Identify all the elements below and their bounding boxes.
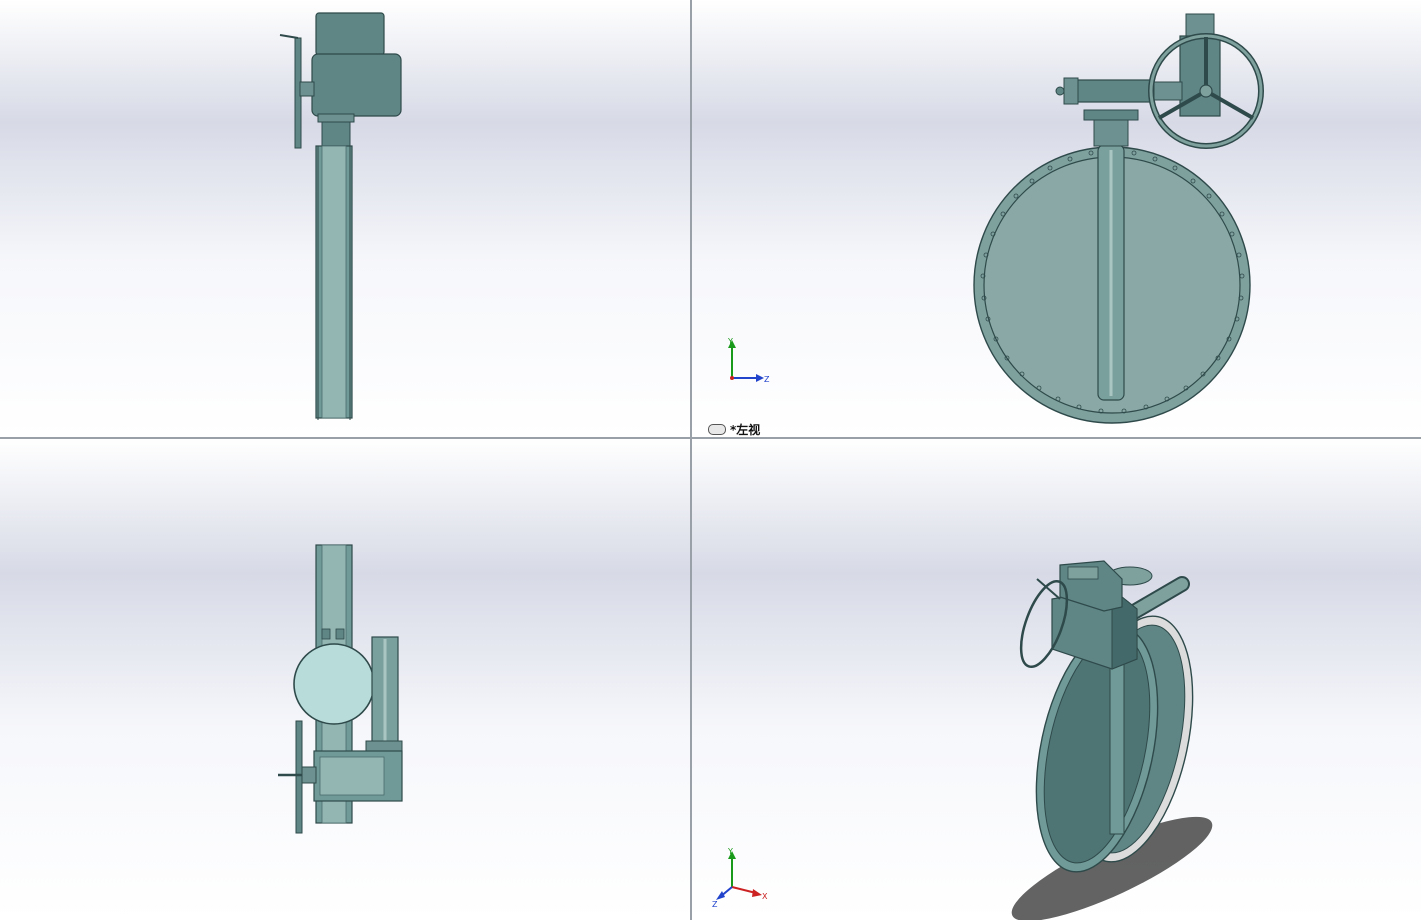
viewport-left-view[interactable]: Y Z *左视 — [692, 0, 1421, 437]
graphics-area[interactable]: Y Z *左视 Y X Z — [0, 0, 1421, 920]
view-name: *左视 — [730, 423, 761, 437]
triad-iso-y-label: Y — [727, 847, 733, 856]
viewport-isometric[interactable]: Y X Z — [692, 439, 1421, 920]
valve-isometric-view[interactable] — [692, 439, 1421, 920]
valve-face-view[interactable] — [692, 0, 1421, 437]
viewport-top[interactable] — [0, 439, 690, 920]
viewport-front[interactable] — [0, 0, 690, 437]
triad-iso-z-label: Z — [712, 900, 718, 909]
triad-iso-x-label: X — [762, 892, 768, 901]
triad-icon: Y Z — [727, 337, 770, 384]
triad-z-label: Z — [764, 375, 770, 384]
triad-y-label: Y — [727, 337, 733, 346]
link-chain-icon — [708, 424, 726, 435]
valve-side-profile[interactable] — [0, 0, 690, 437]
viewport-splitter-horizontal[interactable] — [0, 437, 1421, 439]
view-orientation-label: *左视 — [708, 421, 760, 437]
valve-top-view[interactable] — [0, 439, 690, 920]
triad-iso-icon: Y X Z — [712, 847, 768, 909]
viewport-splitter-vertical[interactable] — [690, 0, 692, 920]
